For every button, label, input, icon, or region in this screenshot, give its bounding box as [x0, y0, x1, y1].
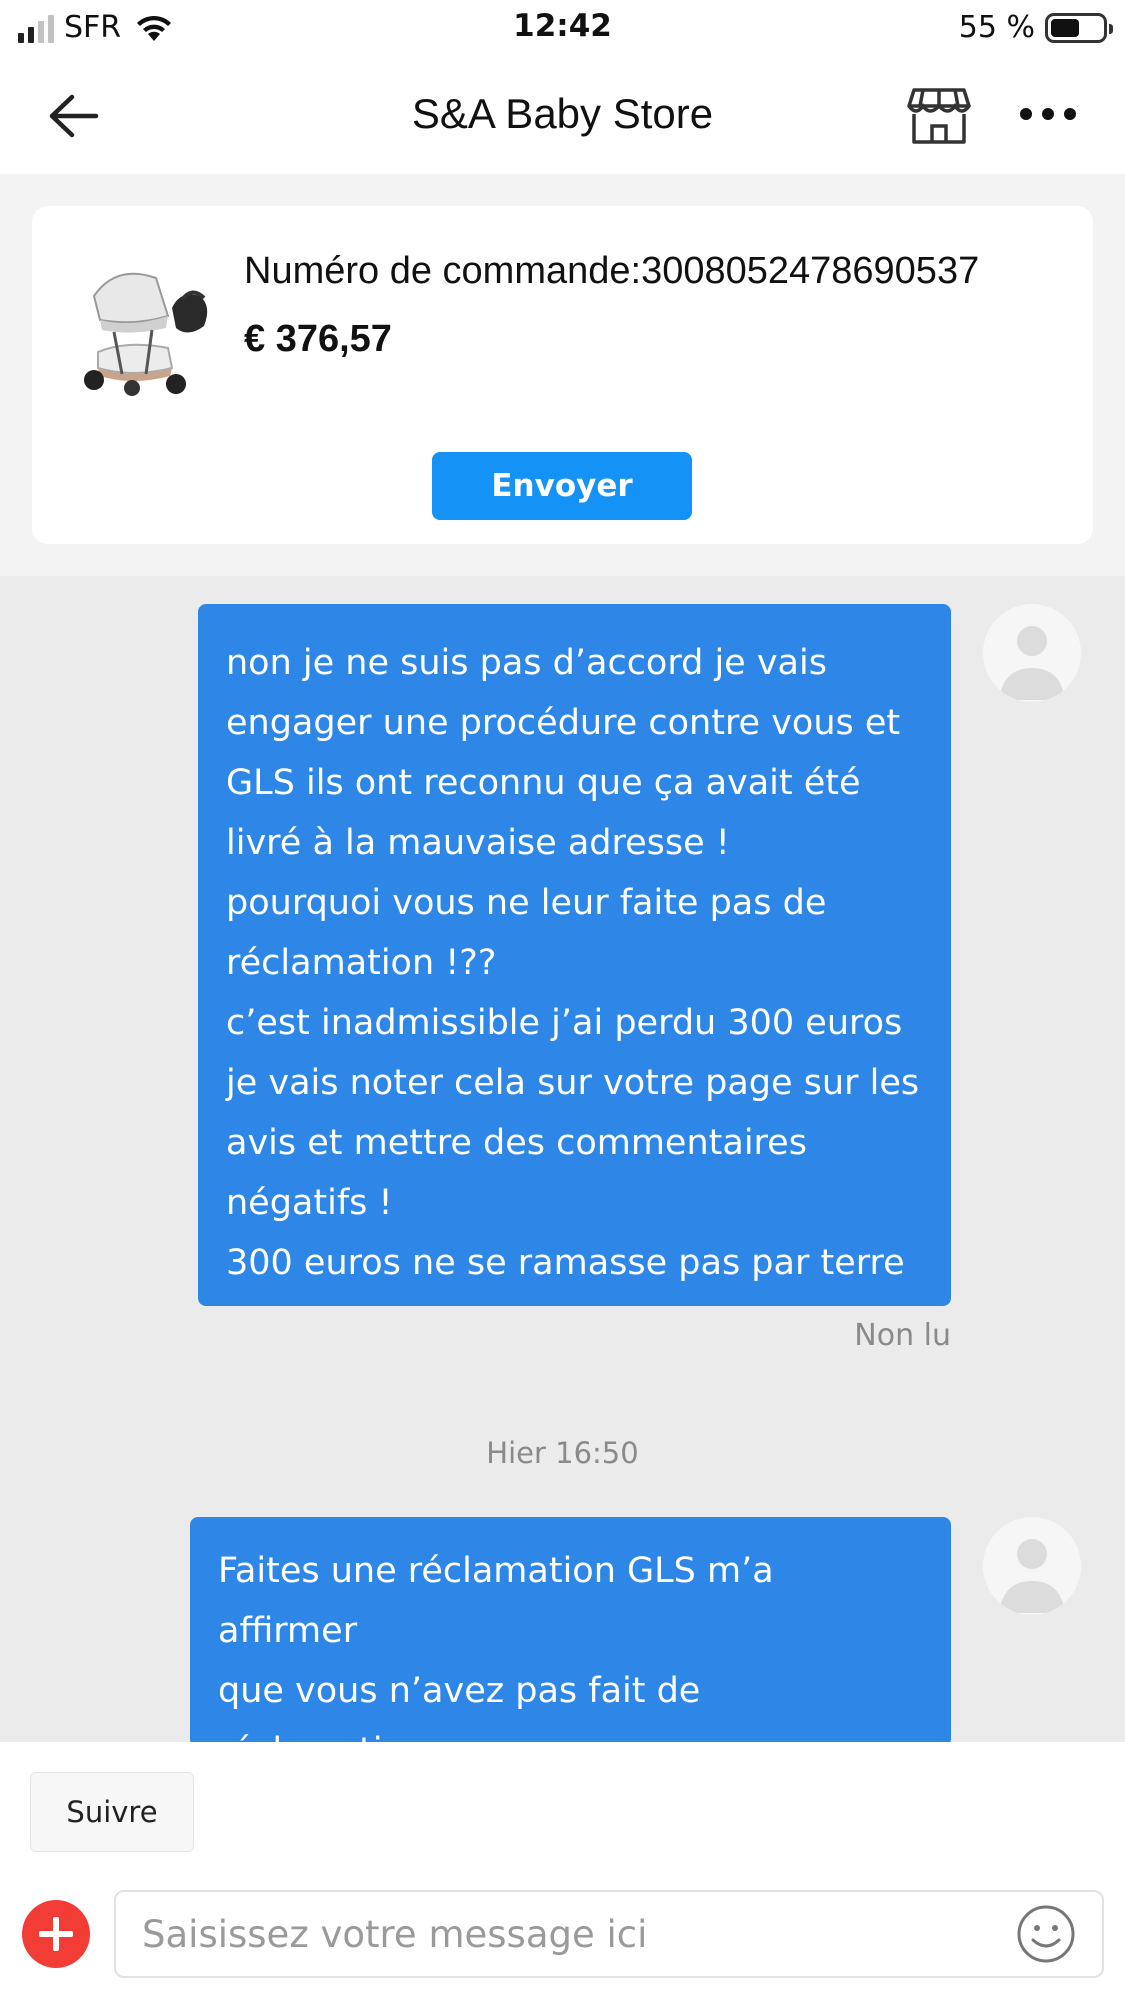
dot	[1064, 108, 1076, 120]
battery-icon	[1045, 12, 1113, 43]
emoji-button[interactable]	[1016, 1904, 1076, 1964]
chat-area[interactable]: non je ne suis pas d’accord je vais enga…	[0, 576, 1125, 1742]
follow-button[interactable]: Suivre	[30, 1772, 194, 1852]
order-price: € 376,57	[244, 318, 392, 360]
status-right: 55 %	[958, 10, 1113, 45]
battery-percent: 55 %	[958, 10, 1035, 45]
battery-fill	[1051, 18, 1079, 37]
store-button[interactable]	[906, 86, 972, 146]
avatar[interactable]	[983, 604, 1081, 702]
message-bubble[interactable]: Faites une réclamation GLS m’a affirmer …	[190, 1517, 951, 1742]
dot	[1042, 108, 1054, 120]
read-status: Non lu	[854, 1318, 951, 1353]
message-input[interactable]	[114, 1890, 1104, 1978]
avatar[interactable]	[983, 1517, 1081, 1615]
order-number: Numéro de commande:3008052478690537	[244, 250, 980, 292]
dot	[1020, 108, 1032, 120]
clock: 12:42	[513, 8, 612, 44]
smiley-icon	[1017, 1905, 1075, 1963]
user-avatar-icon	[999, 1539, 1065, 1613]
composer-area: Suivre	[0, 1742, 1125, 2000]
order-area: Numéro de commande:3008052478690537 € 37…	[0, 174, 1125, 576]
user-avatar-icon	[999, 626, 1065, 700]
nav-bar: S&A Baby Store	[0, 58, 1125, 174]
status-bar: SFR 12:42 55 %	[0, 0, 1125, 58]
message-bubble[interactable]: non je ne suis pas d’accord je vais enga…	[198, 604, 951, 1306]
plus-circle-icon[interactable]	[22, 1900, 90, 1968]
more-options-button[interactable]	[1020, 108, 1076, 124]
stroller-product-image	[84, 272, 208, 396]
order-card[interactable]: Numéro de commande:3008052478690537 € 37…	[32, 206, 1093, 544]
message-timestamp: Hier 16:50	[486, 1436, 639, 1470]
store-icon	[907, 88, 971, 144]
send-order-button[interactable]: Envoyer	[432, 452, 692, 520]
